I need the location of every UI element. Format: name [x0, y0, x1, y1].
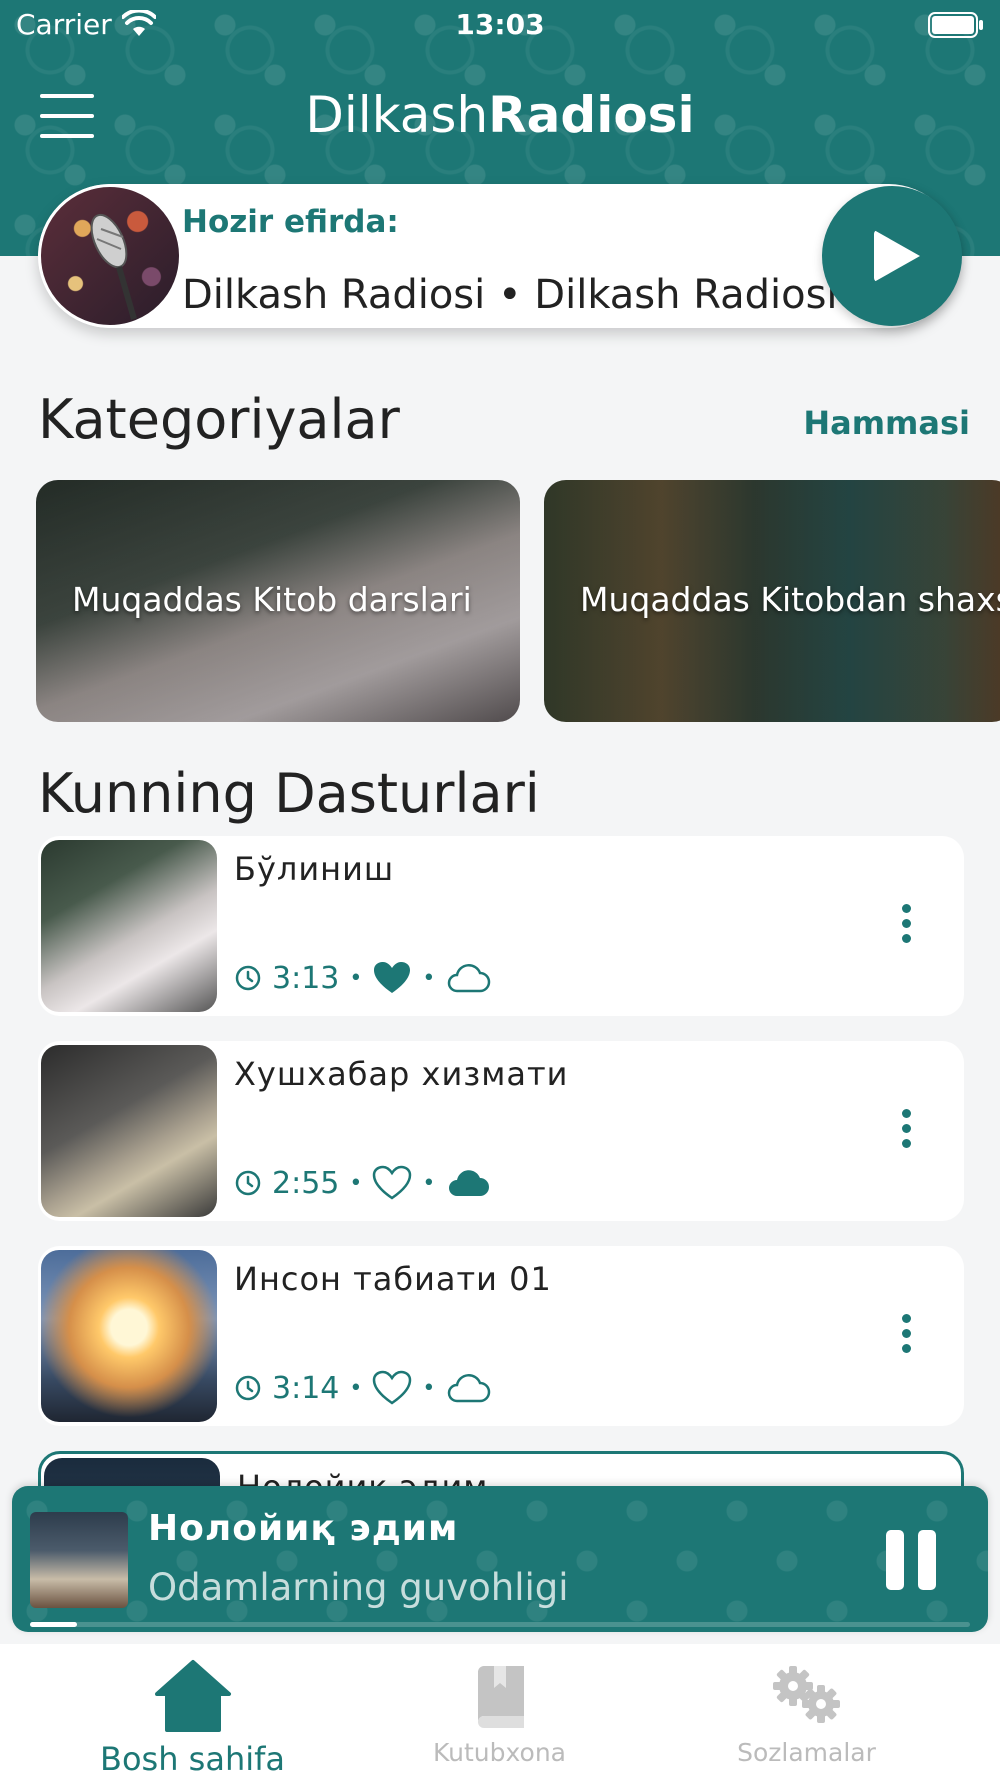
cloud-filled-icon[interactable]	[445, 1167, 491, 1199]
settings-icon	[772, 1666, 840, 1723]
program-title: Инсон табиати 01	[234, 1260, 552, 1298]
heart-outline-icon[interactable]	[372, 1165, 412, 1201]
mini-player-progress[interactable]	[30, 1622, 970, 1627]
program-duration: 3:13	[272, 960, 340, 996]
battery-icon	[928, 12, 983, 38]
tab-bar: Bosh sahifa Kutubxona Sozlamalar	[0, 1644, 1000, 1778]
tab-library-label: Kutubxona	[433, 1738, 566, 1767]
app-title-light: Dilkash	[305, 86, 489, 144]
tab-settings[interactable]: Sozlamalar	[640, 1644, 973, 1778]
mini-player[interactable]: Нолойиқ эдим Odamlarning guvohligi	[12, 1486, 988, 1632]
program-title: Бўлиниш	[234, 850, 395, 888]
program-thumbnail	[41, 1045, 217, 1217]
status-bar: Carrier 13:03	[0, 0, 1000, 52]
program-duration: 2:55	[272, 1165, 340, 1201]
mini-player-title: Нолойиқ эдим	[148, 1508, 459, 1549]
program-meta: 2:55 • •	[234, 1163, 491, 1203]
play-icon	[874, 230, 920, 282]
microphone-image	[38, 184, 182, 328]
more-options-icon[interactable]	[896, 1314, 916, 1360]
categories-title: Kategoriyalar	[38, 388, 400, 451]
tab-home[interactable]: Bosh sahifa	[26, 1644, 359, 1778]
clock-icon	[235, 965, 261, 991]
program-row[interactable]: Бўлиниш 3:13 • •	[38, 836, 964, 1016]
program-meta: 3:14 • •	[234, 1368, 491, 1408]
status-time: 13:03	[455, 8, 545, 41]
mini-player-thumbnail	[30, 1512, 128, 1608]
see-all-link[interactable]: Hammasi	[803, 404, 970, 442]
program-meta: 3:13 • •	[234, 958, 491, 998]
cloud-outline-icon[interactable]	[445, 1372, 491, 1404]
clock-icon	[235, 1170, 261, 1196]
more-options-icon[interactable]	[896, 1109, 916, 1155]
heart-outline-icon[interactable]	[372, 1370, 412, 1406]
program-duration: 3:14	[272, 1370, 340, 1406]
cloud-outline-icon[interactable]	[445, 962, 491, 994]
program-title: Хушхабар хизмати	[234, 1055, 569, 1093]
on-air-marquee: Dilkash Radiosi • Dilkash Radiosi	[182, 272, 838, 318]
program-thumbnail	[41, 840, 217, 1012]
pause-icon	[886, 1530, 904, 1590]
play-button[interactable]	[822, 186, 962, 326]
category-label: Muqaddas Kitobdan shaxslar	[580, 580, 1000, 619]
mini-player-subtitle: Odamlarning guvohligi	[148, 1566, 569, 1609]
tab-settings-label: Sozlamalar	[737, 1738, 876, 1767]
category-label: Muqaddas Kitob darslari	[72, 580, 472, 619]
program-row[interactable]: Хушхабар хизмати 2:55 • •	[38, 1041, 964, 1221]
tab-home-label: Bosh sahifa	[100, 1740, 285, 1778]
heart-filled-icon[interactable]	[372, 960, 412, 996]
home-icon	[154, 1660, 231, 1732]
app-title: DilkashRadiosi	[0, 86, 1000, 144]
on-air-label: Hozir efirda:	[182, 204, 399, 240]
app-title-bold: Radiosi	[488, 86, 695, 144]
microphone-icon	[90, 213, 137, 320]
mini-player-progress-fill	[30, 1622, 77, 1627]
library-icon	[477, 1666, 524, 1728]
category-card[interactable]: Muqaddas Kitobdan shaxslar	[544, 480, 1000, 722]
more-options-icon[interactable]	[896, 904, 916, 950]
clock-icon	[235, 1375, 261, 1401]
programs-title: Kunning Dasturlari	[38, 762, 540, 825]
tab-library[interactable]: Kutubxona	[333, 1644, 666, 1778]
category-card[interactable]: Muqaddas Kitob darslari	[36, 480, 520, 722]
program-row[interactable]: Инсон табиати 01 3:14 • •	[38, 1246, 964, 1426]
pause-button[interactable]	[886, 1530, 938, 1590]
program-thumbnail	[41, 1250, 217, 1422]
